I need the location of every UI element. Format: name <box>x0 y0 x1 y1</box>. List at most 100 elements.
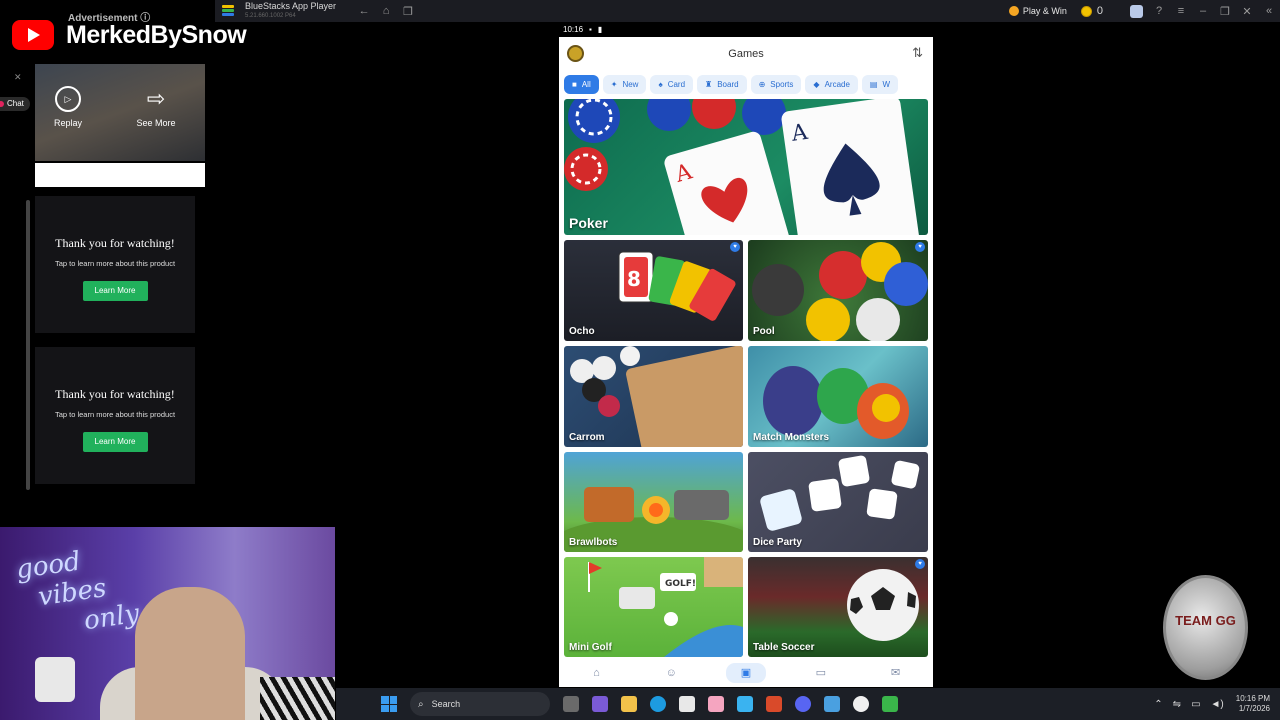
notification-icon: ▪ <box>589 25 592 34</box>
scrollbar[interactable] <box>26 200 30 490</box>
close-icon[interactable]: ✕ <box>1236 5 1258 18</box>
ad-card: Thank you for watching! Tap to learn mor… <box>35 196 195 333</box>
app-header: Games ⇅ <box>559 37 933 71</box>
network-icon[interactable]: ⇋ <box>1173 699 1181 710</box>
display-icon[interactable]: ▭ <box>1191 699 1200 710</box>
nav-home-icon[interactable]: ⌂ <box>576 663 616 683</box>
app-icon[interactable] <box>766 696 782 712</box>
favorite-icon[interactable]: ♥ <box>730 242 740 252</box>
game-tile-brawlbots[interactable]: Brawlbots <box>564 452 743 552</box>
card-title: Thank you for watching! <box>55 387 175 401</box>
game-tile-match-monsters[interactable]: Match Monsters <box>748 346 928 447</box>
game-tile-table-soccer[interactable]: ♥ Table Soccer <box>748 557 928 657</box>
desktop: { "titlebar": { "app_name": "BlueStacks … <box>0 0 1280 720</box>
discord-icon[interactable] <box>795 696 811 712</box>
restore-icon[interactable]: ❐ <box>1214 5 1236 18</box>
game-tile-carrom[interactable]: Carrom <box>564 346 743 447</box>
channel-banner: MerkedBySnow <box>12 20 247 50</box>
learn-more-button[interactable]: Learn More <box>82 281 148 301</box>
see-more-button[interactable]: ⇨ See More <box>130 86 182 128</box>
nav-inbox-icon[interactable]: ✉ <box>876 663 916 683</box>
game-tile-dice-party[interactable]: Dice Party <box>748 452 928 552</box>
card-subtitle: Tap to learn more about this product <box>54 259 176 268</box>
nav-friends-icon[interactable]: ☺ <box>651 663 691 683</box>
photos-icon[interactable] <box>708 696 724 712</box>
search-box[interactable]: ⌕ Search <box>410 692 550 716</box>
app-title: BlueStacks App Player 5.21.660.1002 P64 <box>245 1 337 19</box>
windows-taskbar: ⌕ Search ⌃ ⇋ ▭ ◄) 10:16 PM 1/7/2026 <box>336 688 1280 720</box>
replay-button[interactable]: ▷ Replay <box>43 86 93 128</box>
clock[interactable]: 10:16 PM 1/7/2026 <box>1236 694 1270 714</box>
copilot-icon[interactable] <box>737 696 753 712</box>
game-tile-mini-golf[interactable]: GOLF! Mini Golf <box>564 557 743 657</box>
store-icon[interactable] <box>679 696 695 712</box>
card-title: Thank you for watching! <box>55 236 175 250</box>
youtube-logo-icon <box>12 20 54 50</box>
notepad-icon[interactable] <box>824 696 840 712</box>
coin-icon <box>1080 5 1092 17</box>
minimize-icon[interactable]: – <box>1192 5 1214 17</box>
filter-board[interactable]: ♜ Board <box>697 74 747 94</box>
battery-icon: ▮ <box>597 25 603 34</box>
game-title: Mini Golf <box>569 642 612 653</box>
game-title: Match Monsters <box>753 432 830 443</box>
user-avatar[interactable] <box>567 45 584 62</box>
multitask-icon[interactable]: ❐ <box>402 5 414 18</box>
nav-games-icon[interactable]: ▣ <box>725 663 766 683</box>
close-ad-icon[interactable]: ✕ <box>14 72 22 83</box>
android-status-bar: 10:16 ▪ ▮ <box>559 22 933 37</box>
file-explorer-icon[interactable] <box>621 696 637 712</box>
bluestacks-taskbar-icon[interactable] <box>882 696 898 712</box>
ball-icon: ⊕ <box>758 79 766 89</box>
filter-new[interactable]: ✦ New <box>602 74 647 94</box>
game-title: Carrom <box>569 432 605 443</box>
microphone <box>35 657 75 702</box>
play-win-button[interactable]: Play & Win <box>1008 6 1067 16</box>
search-icon: ⌕ <box>418 698 424 710</box>
category-filters: ■ All ✦ New ♠ Card ♜ Board ⊕ Sports ◆ Arcade ▤… <box>559 71 933 97</box>
game-tile-pool[interactable]: ♥ Pool <box>748 240 928 341</box>
game-tile-poker[interactable]: A A Poker <box>564 99 928 235</box>
learn-more-button[interactable]: Learn More <box>82 432 148 452</box>
bluestacks-titlebar: BlueStacks App Player 5.21.660.1002 P64 … <box>215 0 1280 22</box>
filter-sports[interactable]: ⊕ Sports <box>750 74 802 94</box>
filter-w[interactable]: ▤ W <box>861 74 899 94</box>
profile-avatar[interactable] <box>1130 4 1143 18</box>
ad-blank-area <box>35 163 205 187</box>
nav-chat-icon[interactable]: ▭ <box>801 663 841 683</box>
status-time: 10:16 <box>563 25 584 34</box>
task-view-icon[interactable] <box>563 696 579 712</box>
menu-icon[interactable]: ≡ <box>1170 5 1192 17</box>
sparkle-icon: ✦ <box>610 79 618 89</box>
game-title: Pool <box>753 326 775 337</box>
ad-video[interactable]: ▷ Replay ⇨ See More <box>35 64 205 161</box>
teams-icon[interactable] <box>592 696 608 712</box>
edge-icon[interactable] <box>650 696 666 712</box>
card-subtitle: Tap to learn more about this product <box>54 410 176 419</box>
sort-icon[interactable]: ⇅ <box>912 45 923 61</box>
game-title: Table Soccer <box>753 642 815 653</box>
chrome-icon[interactable] <box>853 696 869 712</box>
coin-count: 0 <box>1096 5 1103 17</box>
filter-card[interactable]: ♠ Card <box>650 74 694 94</box>
home-icon[interactable]: ⌂ <box>380 5 392 17</box>
pool-balls-art <box>752 242 928 341</box>
back-arrow-icon[interactable]: ← <box>358 5 370 17</box>
svg-text:8: 8 <box>627 267 641 291</box>
chat-button[interactable]: Chat <box>0 97 30 111</box>
volume-icon[interactable]: ◄) <box>1211 699 1224 710</box>
favorite-icon[interactable]: ♥ <box>915 559 925 569</box>
help-icon[interactable]: ? <box>1148 5 1170 17</box>
game-tile-ocho[interactable]: 8 ♥ Ocho <box>564 240 743 341</box>
chevron-up-icon[interactable]: ⌃ <box>1154 699 1162 710</box>
sidebar-toggle-icon[interactable]: « <box>1258 5 1280 17</box>
favorite-icon[interactable]: ♥ <box>915 242 925 252</box>
chess-icon: ♜ <box>705 79 713 89</box>
start-button[interactable] <box>381 696 397 712</box>
filter-arcade[interactable]: ◆ Arcade <box>805 74 858 94</box>
bottom-navigation: ⌂ ☺ ▣ ▭ ✉ <box>559 659 933 687</box>
filter-all[interactable]: ■ All <box>564 74 599 94</box>
cards-icon: ♠ <box>658 79 663 89</box>
play-win-icon <box>1008 6 1019 16</box>
neon-sign: good vibes only <box>14 546 142 637</box>
